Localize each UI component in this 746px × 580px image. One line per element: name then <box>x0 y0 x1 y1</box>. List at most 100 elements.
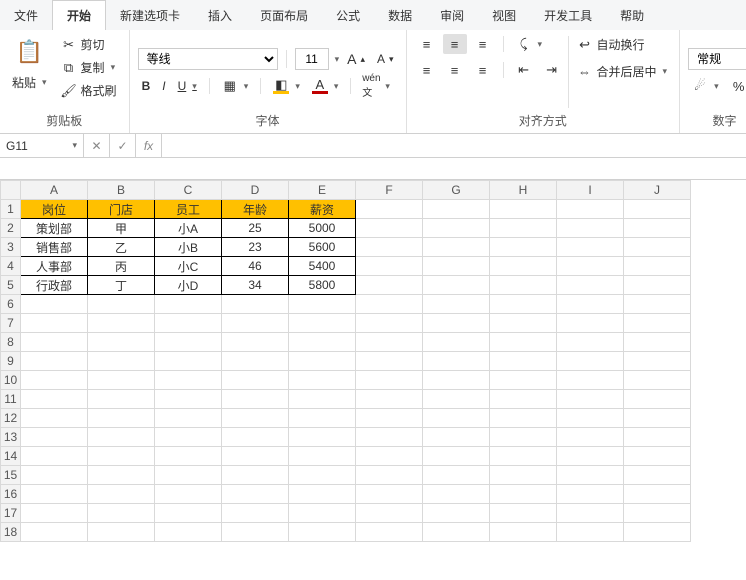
cell-J8[interactable] <box>624 333 691 352</box>
cell-G11[interactable] <box>423 390 490 409</box>
cell-D1[interactable]: 年龄 <box>222 200 289 219</box>
cell-C8[interactable] <box>155 333 222 352</box>
cell-C10[interactable] <box>155 371 222 390</box>
row-header-5[interactable]: 5 <box>1 276 21 295</box>
cell-G1[interactable] <box>423 200 490 219</box>
cell-H11[interactable] <box>490 390 557 409</box>
cell-H12[interactable] <box>490 409 557 428</box>
cell-E12[interactable] <box>289 409 356 428</box>
cell-F16[interactable] <box>356 485 423 504</box>
cell-A17[interactable] <box>21 504 88 523</box>
cell-B7[interactable] <box>88 314 155 333</box>
cell-D7[interactable] <box>222 314 289 333</box>
cell-A18[interactable] <box>21 523 88 542</box>
cell-F13[interactable] <box>356 428 423 447</box>
tab-layout[interactable]: 页面布局 <box>246 1 322 30</box>
paste-icon[interactable]: 📋 <box>15 34 43 70</box>
tab-view[interactable]: 视图 <box>478 1 530 30</box>
cell-G5[interactable] <box>423 276 490 295</box>
cell-B12[interactable] <box>88 409 155 428</box>
cell-G13[interactable] <box>423 428 490 447</box>
cell-F8[interactable] <box>356 333 423 352</box>
cell-J13[interactable] <box>624 428 691 447</box>
bold-button[interactable]: B <box>138 77 155 95</box>
cell-B8[interactable] <box>88 333 155 352</box>
cell-B1[interactable]: 门店 <box>88 200 155 219</box>
cell-J11[interactable] <box>624 390 691 409</box>
col-header-A[interactable]: A <box>21 181 88 200</box>
cell-C18[interactable] <box>155 523 222 542</box>
col-header-I[interactable]: I <box>557 181 624 200</box>
cell-A15[interactable] <box>21 466 88 485</box>
cell-F18[interactable] <box>356 523 423 542</box>
cell-I5[interactable] <box>557 276 624 295</box>
cell-B3[interactable]: 乙 <box>88 238 155 257</box>
cell-I8[interactable] <box>557 333 624 352</box>
cell-H15[interactable] <box>490 466 557 485</box>
cell-A9[interactable] <box>21 352 88 371</box>
row-header-18[interactable]: 18 <box>1 523 21 542</box>
cell-D13[interactable] <box>222 428 289 447</box>
fill-color-button[interactable]: ◧▾ <box>269 76 304 96</box>
cell-F5[interactable] <box>356 276 423 295</box>
col-header-C[interactable]: C <box>155 181 222 200</box>
chevron-down-icon[interactable]: ▾ <box>335 54 340 65</box>
cell-D15[interactable] <box>222 466 289 485</box>
tab-formula[interactable]: 公式 <box>322 1 374 30</box>
cell-A1[interactable]: 岗位 <box>21 200 88 219</box>
cell-B4[interactable]: 丙 <box>88 257 155 276</box>
align-right-button[interactable]: ≡ <box>471 60 495 80</box>
cell-D9[interactable] <box>222 352 289 371</box>
cell-J3[interactable] <box>624 238 691 257</box>
font-color-button[interactable]: A▾ <box>308 76 343 96</box>
cell-B13[interactable] <box>88 428 155 447</box>
align-middle-button[interactable]: ≡ <box>443 34 467 54</box>
cell-D18[interactable] <box>222 523 289 542</box>
cell-E17[interactable] <box>289 504 356 523</box>
cell-A3[interactable]: 销售部 <box>21 238 88 257</box>
cell-J17[interactable] <box>624 504 691 523</box>
tab-dev[interactable]: 开发工具 <box>530 1 606 30</box>
cell-J5[interactable] <box>624 276 691 295</box>
cell-E3[interactable]: 5600 <box>289 238 356 257</box>
align-bottom-button[interactable]: ≡ <box>471 34 495 54</box>
cell-E15[interactable] <box>289 466 356 485</box>
format-painter-button[interactable]: 🖌格式刷 <box>57 80 121 101</box>
col-header-H[interactable]: H <box>490 181 557 200</box>
cell-A2[interactable]: 策划部 <box>21 219 88 238</box>
cell-H5[interactable] <box>490 276 557 295</box>
cell-D12[interactable] <box>222 409 289 428</box>
cell-F14[interactable] <box>356 447 423 466</box>
spreadsheet-grid[interactable]: ABCDEFGHIJ1岗位门店员工年龄薪资2策划部甲小A2550003销售部乙小… <box>0 180 746 542</box>
cell-A14[interactable] <box>21 447 88 466</box>
cell-I11[interactable] <box>557 390 624 409</box>
cell-G14[interactable] <box>423 447 490 466</box>
fx-button[interactable]: fx <box>136 134 162 157</box>
cell-D6[interactable] <box>222 295 289 314</box>
tab-newtab[interactable]: 新建选项卡 <box>106 1 194 30</box>
cell-C1[interactable]: 员工 <box>155 200 222 219</box>
cell-I15[interactable] <box>557 466 624 485</box>
select-all-corner[interactable] <box>1 181 21 200</box>
cell-H10[interactable] <box>490 371 557 390</box>
cell-G6[interactable] <box>423 295 490 314</box>
cell-A12[interactable] <box>21 409 88 428</box>
percent-button[interactable]: % <box>727 76 746 96</box>
cell-J6[interactable] <box>624 295 691 314</box>
font-name-select[interactable]: 等线 <box>138 48 278 70</box>
cell-F10[interactable] <box>356 371 423 390</box>
cell-I18[interactable] <box>557 523 624 542</box>
italic-button[interactable]: I <box>158 77 169 95</box>
col-header-F[interactable]: F <box>356 181 423 200</box>
cell-E7[interactable] <box>289 314 356 333</box>
cell-F9[interactable] <box>356 352 423 371</box>
formula-input[interactable] <box>162 134 746 157</box>
cell-I3[interactable] <box>557 238 624 257</box>
wrap-text-button[interactable]: ↩自动换行 <box>573 34 672 55</box>
cell-I16[interactable] <box>557 485 624 504</box>
cell-J18[interactable] <box>624 523 691 542</box>
row-header-8[interactable]: 8 <box>1 333 21 352</box>
cell-I6[interactable] <box>557 295 624 314</box>
cell-G8[interactable] <box>423 333 490 352</box>
cell-G7[interactable] <box>423 314 490 333</box>
